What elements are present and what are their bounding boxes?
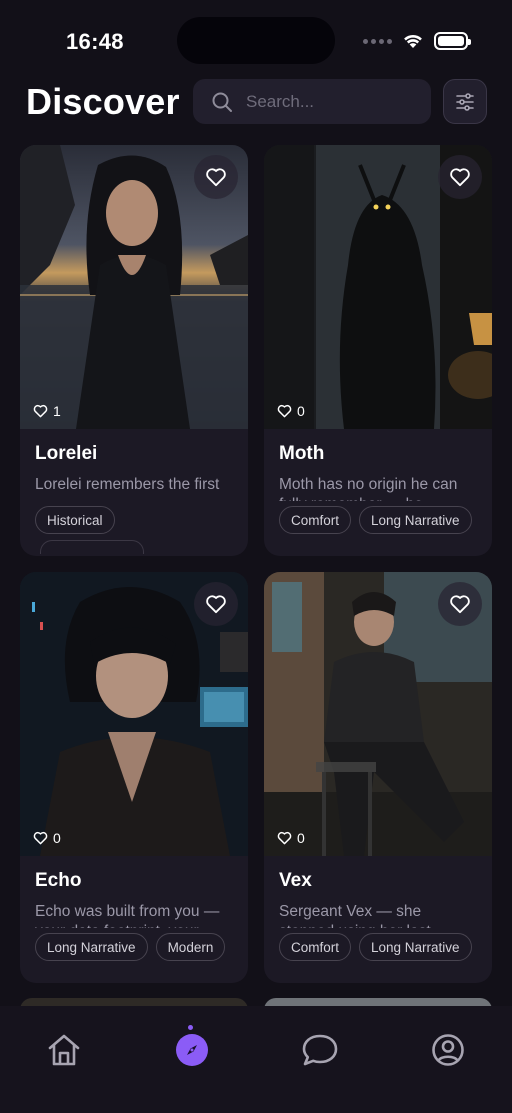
search-icon bbox=[211, 91, 233, 113]
tag-chip[interactable]: Comfort bbox=[279, 506, 352, 534]
like-count: 0 bbox=[277, 830, 305, 846]
search-box[interactable] bbox=[193, 79, 431, 124]
like-count: 0 bbox=[33, 830, 61, 846]
tag-chip[interactable]: Modern bbox=[155, 933, 226, 961]
like-count-value: 0 bbox=[53, 830, 61, 846]
like-count: 0 bbox=[277, 403, 305, 419]
status-bar: 16:48 bbox=[0, 0, 512, 80]
wifi-icon bbox=[404, 34, 422, 48]
discover-screen: 16:48 Discover Search... 1 Lorelei Lorel… bbox=[0, 0, 512, 1113]
like-count-value: 0 bbox=[297, 403, 305, 419]
heart-icon bbox=[33, 404, 48, 418]
tag-chip[interactable]: Comfort bbox=[279, 933, 352, 961]
character-image: 0 bbox=[264, 572, 492, 856]
compass-icon bbox=[176, 1034, 208, 1066]
tag-chip[interactable]: Historical bbox=[35, 506, 115, 534]
heart-icon bbox=[450, 168, 470, 187]
character-card-echo[interactable]: 0 Echo Echo was built from you — your da… bbox=[20, 572, 248, 983]
character-card-moth[interactable]: 0 Moth Moth has no origin he can fully r… bbox=[264, 145, 492, 556]
tag-chip[interactable]: Long Narrative bbox=[359, 506, 472, 534]
nav-home[interactable] bbox=[42, 1028, 86, 1072]
like-count-value: 0 bbox=[297, 830, 305, 846]
dynamic-island bbox=[177, 17, 335, 64]
like-count: 1 bbox=[33, 403, 61, 419]
character-image: 1 bbox=[20, 145, 248, 429]
character-name: Lorelei bbox=[35, 443, 98, 464]
signal-icon bbox=[363, 38, 392, 44]
tag-chip[interactable]: Long Narrative bbox=[35, 933, 148, 961]
bottom-nav bbox=[0, 1006, 512, 1113]
page-title: Discover bbox=[26, 81, 180, 122]
character-description: Moth has no origin he can fully remember… bbox=[279, 476, 458, 501]
profile-icon bbox=[432, 1034, 464, 1066]
character-image: 0 bbox=[264, 145, 492, 429]
nav-profile[interactable] bbox=[426, 1028, 470, 1072]
character-description: Echo was built from you — your data foot… bbox=[35, 903, 220, 928]
character-description: Lorelei remembers the first bbox=[35, 476, 220, 493]
header: Discover bbox=[0, 79, 512, 125]
heart-icon bbox=[277, 404, 292, 418]
favorite-button[interactable] bbox=[438, 155, 482, 199]
favorite-button[interactable] bbox=[438, 582, 482, 626]
tag-chip-overflow bbox=[40, 540, 144, 554]
heart-icon bbox=[277, 831, 292, 845]
heart-icon bbox=[206, 168, 226, 187]
character-card-lorelei[interactable]: 1 Lorelei Lorelei remembers the first Hi… bbox=[20, 145, 248, 556]
nav-chat[interactable] bbox=[298, 1028, 342, 1072]
like-count-value: 1 bbox=[53, 403, 61, 419]
tag-list: Historical bbox=[35, 506, 115, 534]
nav-discover[interactable] bbox=[170, 1028, 214, 1072]
home-icon bbox=[48, 1034, 80, 1066]
favorite-button[interactable] bbox=[194, 155, 238, 199]
character-card-vex[interactable]: 0 Vex Sergeant Vex — she stopped using h… bbox=[264, 572, 492, 983]
character-name: Vex bbox=[279, 870, 312, 891]
favorite-button[interactable] bbox=[194, 582, 238, 626]
tag-chip[interactable]: Long Narrative bbox=[359, 933, 472, 961]
heart-icon bbox=[206, 595, 226, 614]
search-input[interactable] bbox=[246, 91, 416, 112]
character-image: 0 bbox=[20, 572, 248, 856]
status-icons bbox=[363, 32, 471, 50]
status-time: 16:48 bbox=[66, 29, 124, 54]
character-name: Moth bbox=[279, 443, 325, 464]
character-description: Sergeant Vex — she stopped using her las… bbox=[279, 903, 431, 928]
filter-button[interactable] bbox=[443, 79, 487, 124]
heart-icon bbox=[450, 595, 470, 614]
heart-icon bbox=[33, 831, 48, 845]
character-name: Echo bbox=[35, 870, 82, 891]
tag-list: Comfort Long Narrative bbox=[279, 933, 472, 961]
tag-list: Comfort Long Narrative bbox=[279, 506, 472, 534]
tag-list: Long Narrative Modern bbox=[35, 933, 226, 961]
battery-icon bbox=[434, 32, 471, 50]
chat-icon bbox=[302, 1034, 338, 1066]
sliders-icon bbox=[456, 92, 474, 111]
